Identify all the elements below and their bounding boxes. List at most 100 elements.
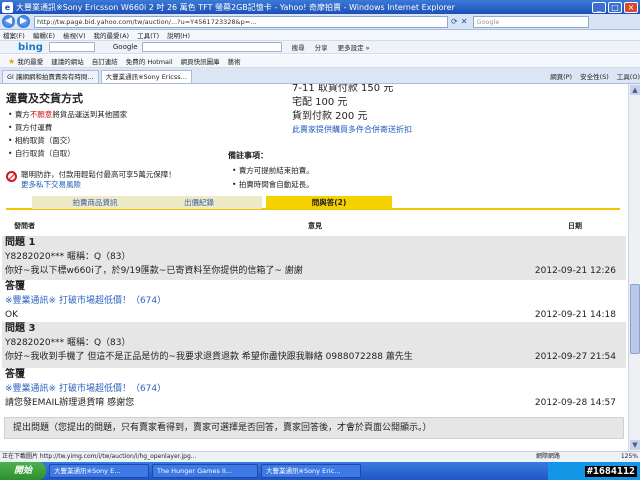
- answer-text: 請您發EMAIL辦理退貨唷 感謝您: [5, 398, 135, 408]
- menu-bar: 檔案(F) 編輯(E) 檢視(V) 我的最愛(A) 工具(T) 說明(H): [0, 30, 640, 40]
- taskbar: 開始 大豐業通訊※Sony E... The Hunger Games II..…: [0, 462, 640, 480]
- remark-item: 拍賣時間會自動延長。: [232, 178, 314, 192]
- minimize-button[interactable]: _: [592, 1, 606, 13]
- browser-tab-2[interactable]: 大豐業通訊※Sony Ericss...: [100, 70, 192, 83]
- shipping-item: 買方付運費: [8, 121, 127, 134]
- tools-menu[interactable]: 工具(O): [617, 71, 640, 81]
- close-button[interactable]: ×: [624, 1, 638, 13]
- google-search-input[interactable]: [141, 42, 282, 52]
- taskbar-item[interactable]: The Hunger Games II...: [152, 464, 258, 478]
- favorites-button[interactable]: ★ 我的最愛: [8, 56, 43, 66]
- remark-item: 賣方可提前結束拍賣。: [232, 164, 314, 178]
- menu-file[interactable]: 檔案(F): [3, 30, 25, 40]
- seller-link[interactable]: ※豐業通訊※ 打破市場超低價！（674）: [5, 294, 626, 308]
- address-input[interactable]: http://tw.page.bid.yahoo.com/tw/auction/…: [34, 15, 448, 28]
- seller-link[interactable]: ※豐業通訊※ 打破市場超低價！（674）: [5, 382, 626, 396]
- question-row: 你好~我以下標w660i了，於9/19匯款~已寄資料至你提供的信箱了~ 謝謝 2…: [5, 264, 626, 278]
- answer-date: 2012-09-21 14:18: [534, 310, 616, 320]
- header-opinion: 意見: [308, 222, 322, 230]
- answer-block: 答覆 ※豐業通訊※ 打破市場超低價！（674） 請您發EMAIL辦理退貨唷 感謝…: [2, 368, 626, 412]
- taskbar-item[interactable]: 大豐業通訊※Sony E...: [49, 464, 149, 478]
- question-block: 問題 1 Y8282020*** 暱稱：Q（83） 你好~我以下標w660i了，…: [2, 236, 626, 280]
- status-bar: 正在下載圖片 http://tw.yimg.com/i/tw/auction/i…: [0, 451, 640, 462]
- toolbar-share-button[interactable]: 分享: [315, 42, 328, 52]
- answer-date: 2012-09-28 14:57: [534, 398, 616, 408]
- scroll-thumb[interactable]: [630, 284, 640, 354]
- question-label: 問題 3: [5, 323, 36, 334]
- forward-button[interactable]: ▶: [17, 15, 30, 28]
- tab-bid-history[interactable]: 出價紀錄: [136, 196, 262, 209]
- shipping-item: 相約取貨（面交）: [8, 134, 127, 147]
- refresh-icon[interactable]: ⟳: [451, 17, 458, 26]
- price-list: 7-11 取貨付款 150 元 宅配 100 元 貨到付款 200 元: [292, 84, 393, 124]
- fav-item-web-slice[interactable]: 網頁快訊圖庫: [181, 56, 220, 66]
- menu-edit[interactable]: 編輯(E): [33, 30, 55, 40]
- question-row: 你好~我收到手機了 但這不是正品是仿的~我要求退貨退款 希望你盡快跟我聯絡 09…: [5, 350, 626, 364]
- bing-logo: bing: [18, 41, 43, 53]
- search-input[interactable]: Google: [473, 15, 590, 28]
- answer-row: 請您發EMAIL辦理退貨唷 感謝您 2012-09-28 14:57: [5, 396, 626, 410]
- fav-item-art[interactable]: 藝術: [228, 56, 241, 66]
- star-icon: ★: [8, 57, 16, 66]
- status-text: 正在下載圖片 http://tw.yimg.com/i/tw/auction/i…: [2, 453, 197, 460]
- fav-item-custom-links[interactable]: 自訂連結: [92, 56, 118, 66]
- ask-question-box[interactable]: 提出問題（您提出的問題，只有賣家看得到，賣家可選擇是否回答，賣家回答後，才會於頁…: [4, 417, 624, 439]
- start-button[interactable]: 開始: [0, 462, 46, 480]
- scroll-up-icon[interactable]: ▲: [630, 85, 640, 95]
- bing-search-input[interactable]: [48, 42, 95, 52]
- page-scrollbar[interactable]: ▲ ▼: [628, 84, 640, 451]
- toolbar-search-button[interactable]: 搜尋: [292, 42, 305, 52]
- no-entry-icon: [6, 171, 17, 182]
- price-711: 7-11 取貨付款 150 元: [292, 84, 394, 94]
- fav-item-suggested[interactable]: 建議的網站: [51, 56, 84, 66]
- command-bar: 網頁(P) 安全性(S) 工具(O): [542, 69, 640, 83]
- scroll-down-icon[interactable]: ▼: [630, 440, 640, 450]
- asker-line: Y8282020*** 暱稱：Q（83）: [5, 338, 131, 348]
- shipping-item: 自行取貨（自取）: [8, 147, 127, 160]
- menu-help[interactable]: 說明(H): [167, 30, 190, 40]
- menu-view[interactable]: 檢視(V): [63, 30, 86, 40]
- fraud-warning: 聰明防詐，付款用輕鬆付最高可享5萬元保障！ 更多私下交易風險: [6, 170, 176, 190]
- toolbar-more-settings[interactable]: 更多設定 »: [338, 42, 370, 52]
- browser-tab-1[interactable]: Gl 讓網網和拍賣賣旁有時問...: [2, 70, 99, 83]
- price-cod: 貨到付款 200 元: [292, 111, 368, 122]
- remarks-list: 賣方可提前結束拍賣。 拍賣時間會自動延長。: [232, 164, 314, 192]
- page-content: 7-11 取貨付款 150 元 宅配 100 元 貨到付款 200 元 此賣家提…: [0, 84, 628, 451]
- question-block: 問題 3 Y8282020*** 暱稱：Q（83） 你好~我收到手機了 但這不是…: [2, 322, 626, 368]
- answer-label: 答覆: [5, 281, 25, 292]
- shipping-item: 賣方不願意將貨品運送到其他國家: [8, 108, 128, 121]
- shipping-title: 運費及交貨方式: [6, 92, 83, 105]
- question-date: 2012-09-27 21:54: [534, 352, 616, 362]
- maximize-button[interactable]: □: [608, 1, 622, 13]
- security-zone: 網際網路: [536, 453, 561, 460]
- combined-shipping-link[interactable]: 此賣家提供購買多件合併寄送折扣: [292, 124, 412, 135]
- favorites-bar: ★ 我的最愛 建議的網站 自訂連結 免費的 Hotmail 網頁快訊圖庫 藝術: [0, 55, 640, 68]
- back-button[interactable]: ◀: [2, 15, 15, 28]
- header-asker: 發問者: [14, 222, 35, 230]
- stop-icon[interactable]: ✕: [461, 17, 468, 26]
- question-label: 問題 1: [5, 237, 36, 248]
- zoom-level[interactable]: 125%: [596, 452, 640, 462]
- qa-table-header: 發問者 意見 日期: [6, 221, 620, 233]
- answer-block: 答覆 ※豐業通訊※ 打破市場超低價！（674） OK 2012-09-21 14…: [2, 280, 626, 322]
- watermark: #1684112: [584, 465, 637, 477]
- header-date: 日期: [568, 222, 582, 230]
- remarks-title: 備註事項：: [228, 151, 268, 160]
- window-titlebar: e 大豐業通訊※Sony Ericsson W660i 2 吋 26 萬色 TF…: [0, 0, 640, 14]
- page-menu[interactable]: 網頁(P): [550, 71, 572, 81]
- asker-line: Y8282020*** 暱稱：Q（83）: [5, 252, 131, 262]
- shipping-list: 賣方不願意將貨品運送到其他國家 買方付運費 相約取貨（面交） 自行取貨（自取）: [8, 108, 128, 160]
- risk-link[interactable]: 更多私下交易風險: [21, 180, 176, 190]
- menu-favorites[interactable]: 我的最愛(A): [94, 30, 130, 40]
- fav-item-hotmail[interactable]: 免費的 Hotmail: [126, 56, 173, 66]
- answer-row: OK 2012-09-21 14:18: [5, 308, 626, 322]
- menu-tools[interactable]: 工具(T): [137, 30, 159, 40]
- answer-text: OK: [5, 310, 18, 320]
- google-label: Google: [112, 43, 138, 51]
- bing-toolbar: bing Google 搜尋 分享 更多設定 »: [0, 40, 640, 54]
- taskbar-item[interactable]: 大豐業通訊※Sony Eric...: [261, 464, 361, 478]
- tab-qa[interactable]: 問與答(2): [266, 196, 392, 209]
- window-title: 大豐業通訊※Sony Ericsson W660i 2 吋 26 萬色 TFT …: [16, 2, 455, 12]
- safety-menu[interactable]: 安全性(S): [580, 71, 609, 81]
- browser-tabs: Gl 讓網網和拍賣賣旁有時問... 大豐業通訊※Sony Ericss... 網…: [0, 68, 640, 84]
